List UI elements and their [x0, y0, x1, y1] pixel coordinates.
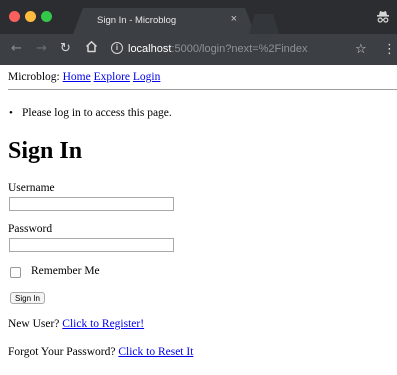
password-label: Password: [8, 223, 53, 235]
register-prompt: New User? Click to Register!: [8, 318, 144, 330]
window-maximize-button[interactable]: [41, 11, 52, 22]
reset-prefix: Forgot Your Password?: [8, 346, 116, 358]
browser-toolbar: ← → ↻ i localhost:5000/login?next=%2Find…: [0, 34, 397, 65]
star-icon[interactable]: ☆: [355, 42, 367, 57]
address-bar[interactable]: i localhost:5000/login?next=%2Findex: [104, 40, 372, 59]
page-content: Microblog: Home Explore Login Please log…: [0, 65, 397, 375]
username-label: Username: [8, 182, 55, 194]
site-brand: Microblog:: [8, 71, 60, 83]
url-path: :5000/login?next=%2Findex: [171, 43, 308, 55]
flash-message: Please log in to access this page.: [9, 107, 172, 119]
incognito-icon[interactable]: [376, 9, 390, 25]
forward-arrow-icon[interactable]: →: [36, 41, 47, 56]
browser-titlebar: Sign In - Microblog ×: [0, 0, 397, 34]
nav-divider: [8, 89, 397, 90]
remember-me-label[interactable]: Remember Me: [31, 265, 100, 277]
nav-link-login[interactable]: Login: [133, 71, 160, 83]
register-prefix: New User?: [8, 318, 60, 330]
window-minimize-button[interactable]: [25, 11, 36, 22]
page-title: Sign In: [8, 138, 83, 164]
password-field[interactable]: [9, 238, 174, 252]
nav-link-home[interactable]: Home: [63, 71, 91, 83]
remember-me-checkbox[interactable]: [10, 267, 21, 278]
nav-link-explore[interactable]: Explore: [94, 71, 130, 83]
reload-icon[interactable]: ↻: [60, 41, 71, 56]
reset-password-link[interactable]: Click to Reset It: [118, 346, 193, 358]
register-link[interactable]: Click to Register!: [62, 318, 144, 330]
sign-in-button[interactable]: Sign In: [10, 292, 45, 304]
info-icon[interactable]: i: [111, 42, 123, 54]
home-icon[interactable]: [85, 40, 98, 53]
browser-tab-active[interactable]: Sign In - Microblog ×: [73, 8, 255, 34]
kebab-menu-icon[interactable]: ⋮: [383, 42, 396, 57]
back-arrow-icon[interactable]: ←: [11, 41, 22, 56]
window-close-button[interactable]: [9, 11, 20, 22]
reset-password-prompt: Forgot Your Password? Click to Reset It: [8, 346, 193, 358]
tab-title: Sign In - Microblog: [97, 15, 177, 26]
url-host: localhost: [128, 43, 172, 55]
username-field[interactable]: [9, 197, 174, 211]
url-text[interactable]: localhost:5000/login?next=%2Findex: [128, 43, 308, 55]
new-tab-button[interactable]: [249, 14, 279, 34]
tab-close-icon[interactable]: ×: [231, 13, 237, 25]
site-nav: Microblog: Home Explore Login: [8, 71, 160, 83]
